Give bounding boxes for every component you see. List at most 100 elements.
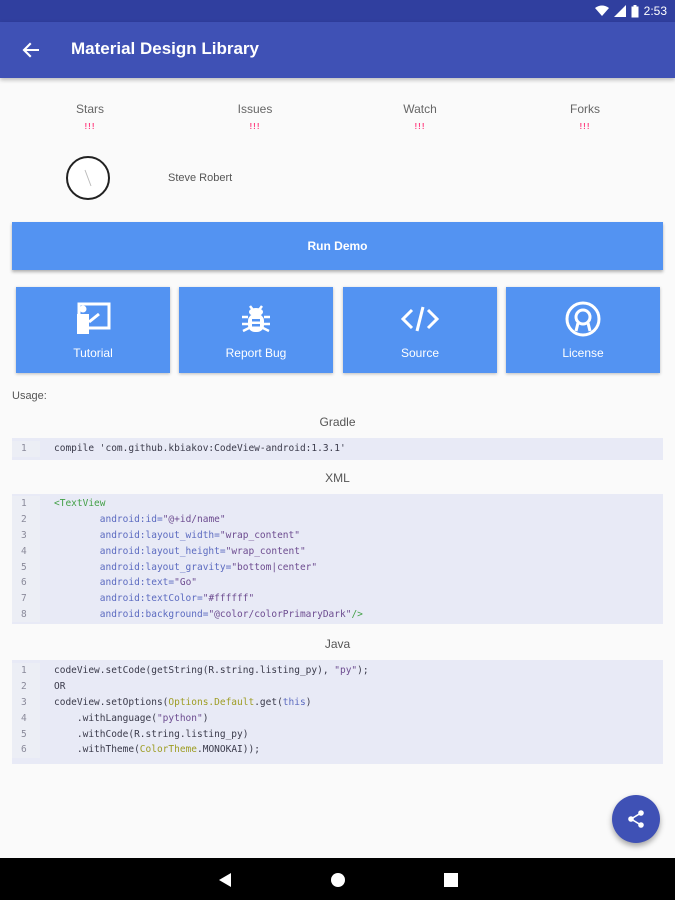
line-number: 2 [12,511,40,528]
code-token: "@+id/name" [162,514,226,526]
report-bug-button[interactable]: Report Bug [179,287,333,373]
code-line: 4 .withLanguage("python") [12,710,663,727]
code-token: android:layout_height= [99,545,226,557]
line-number: 5 [12,726,40,742]
code-icon [400,301,440,337]
code-text: android:textColor="#ffffff" [40,593,254,604]
code-token: android:background= [99,608,209,620]
code-token: "wrap_content" [225,545,306,557]
line-number: 6 [12,574,40,591]
code-line: 8 android:background="@color/colorPrimar… [12,606,663,623]
line-number: 4 [12,543,40,560]
code-token: /> [351,608,363,620]
app-bar: Material Design Library [0,22,675,78]
bug-icon [236,301,276,337]
arrow-back-icon [22,42,39,58]
code-line: 5 android:layout_gravity="bottom|center" [12,559,663,575]
code-text: android:layout_width="wrap_content" [40,530,300,541]
line-number: 3 [12,694,40,711]
code-token: "Go" [174,577,198,589]
line-number: 1 [12,663,40,679]
line-number: 6 [12,741,40,758]
code-token: Options.Default [168,696,255,708]
stat-label: Stars [75,102,104,116]
code-token: ) [305,696,312,708]
line-number: 7 [12,590,40,607]
run-demo-label: Run Demo [307,239,368,253]
tutorial-button[interactable]: Tutorial [16,287,170,373]
line-number: 3 [12,527,40,544]
line-number: 8 [12,606,40,623]
code-token: android:layout_width= [99,529,220,541]
code-token: android:layout_gravity= [99,561,232,573]
line-number: 1 [12,496,40,512]
tile-label: License [562,346,604,360]
code-token: .MONOKAI)); [197,744,260,756]
stat-label: Watch [403,102,437,116]
share-fab[interactable] [612,795,660,843]
code-token: "py" [334,665,358,677]
gradle-title: Gradle [319,415,356,429]
stat-value: !!! [579,122,591,131]
status-time: 2:53 [643,4,667,18]
nav-back-button[interactable] [215,870,235,890]
code-token: OR [54,681,66,693]
code-token: "@color/colorPrimaryDark" [208,608,352,620]
nav-home-button[interactable] [328,870,348,890]
line-number: 2 [12,678,40,695]
nav-recents-button[interactable] [441,870,461,890]
stat-label: Issues [237,102,273,116]
source-button[interactable]: Source [343,287,497,373]
repo-stats: Stars !!! Issues !!! Watch !!! Forks !!! [0,102,675,142]
xml-title: XML [325,471,350,485]
status-icons: 2:53 [594,4,667,18]
code-line: 1 <TextView [12,496,663,512]
code-token: codeView.setCode(getString(R.string.list… [54,665,335,677]
code-line: 7 android:textColor="#ffffff" [12,590,663,607]
code-text: android:id="@+id/name" [40,514,226,525]
code-token: android:text= [99,577,175,589]
nav-home-icon [331,873,345,887]
code-token: android:id= [99,514,163,526]
stat-label: Forks [570,102,600,116]
stat-stars: Stars !!! [45,102,135,131]
code-line: 3 android:layout_width="wrap_content" [12,527,663,544]
back-button[interactable] [16,36,46,64]
page-title: Material Design Library [71,39,260,58]
code-line: 2 android:id="@+id/name" [12,511,663,528]
stat-value: !!! [84,122,96,131]
run-demo-button[interactable]: Run Demo [12,222,663,270]
code-token: .withLanguage( [54,712,157,724]
code-line: 3 codeView.setOptions(Options.Default.get… [12,694,663,711]
code-text: OR [40,681,65,692]
code-text: android:text="Go" [40,577,197,588]
license-button[interactable]: License [506,287,660,373]
line-number: 1 [12,441,40,457]
code-line: 6 .withTheme(ColorTheme.MONOKAI)); [12,741,663,758]
code-token: ) [202,712,209,724]
license-icon [563,301,603,337]
nav-recents-icon [444,873,458,887]
code-line: 2 OR [12,678,663,695]
code-text: android:background="@color/colorPrimaryD… [40,609,363,620]
code-text: .withCode(R.string.listing_py) [40,729,249,740]
stat-forks: Forks !!! [540,102,630,131]
code-line: 6 android:text="Go" [12,574,663,591]
code-text: codeView.setCode(getString(R.string.list… [40,665,369,676]
code-text: compile 'com.github.kbiakov:CodeView-and… [40,443,346,454]
code-line: 1 codeView.setCode(getString(R.string.lis… [12,663,663,679]
code-token: <TextView [54,498,106,510]
code-line: 4 android:layout_height="wrap_content" [12,543,663,560]
code-text: <TextView [40,498,105,509]
tile-label: Report Bug [225,346,287,360]
code-token: "python" [156,712,203,724]
share-icon [628,810,644,828]
code-token: codeView.setOptions( [54,696,169,708]
line-number: 4 [12,710,40,727]
code-token: ); [357,665,369,677]
